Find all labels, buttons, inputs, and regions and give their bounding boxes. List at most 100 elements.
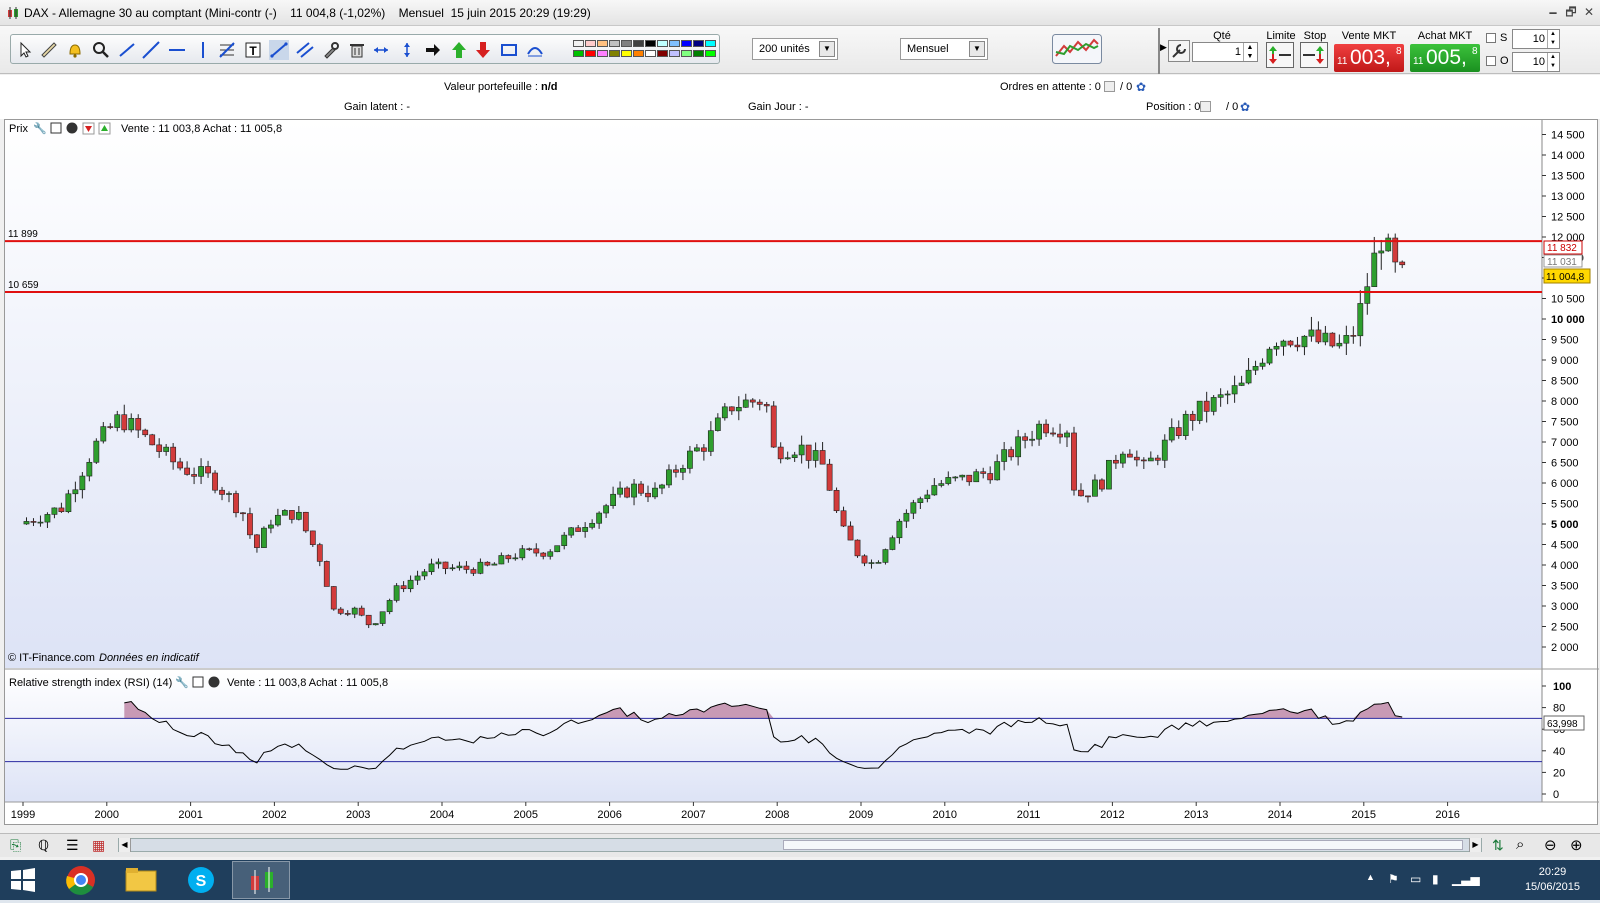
pending-settings-icon[interactable]: ✿	[1136, 80, 1146, 94]
panel-collapse-arrow-icon[interactable]: ▶	[1160, 42, 1167, 53]
position-clear-icon[interactable]	[1200, 101, 1211, 112]
chart-add-icon[interactable]: ⎘	[10, 837, 21, 854]
s-stepper-icon[interactable]: ▲ ▼	[1547, 30, 1558, 48]
palette-swatch[interactable]	[693, 50, 704, 57]
alert-bell-icon[interactable]	[65, 40, 85, 60]
palette-swatch[interactable]	[573, 50, 584, 57]
palette-swatch[interactable]	[609, 50, 620, 57]
stop-order-icon[interactable]	[1300, 42, 1328, 68]
skype-taskbar-icon[interactable]: S	[172, 861, 230, 899]
palette-swatch[interactable]	[597, 50, 608, 57]
palette-swatch[interactable]	[669, 40, 680, 47]
chrome-taskbar-icon[interactable]	[52, 861, 110, 899]
price-chart[interactable]: 14 50014 00013 50013 00012 50012 00011 5…	[5, 120, 1599, 826]
limit-order-icon[interactable]	[1266, 42, 1294, 68]
palette-swatch[interactable]	[657, 40, 668, 47]
tray-battery-icon[interactable]: ▮	[1432, 872, 1439, 886]
chart-refresh-icon[interactable]: ⇅	[1492, 837, 1504, 854]
tray-display-icon[interactable]: ▭	[1410, 872, 1421, 886]
arrow-down-red-icon[interactable]	[473, 40, 493, 60]
channel-tool-icon[interactable]	[269, 40, 289, 60]
vertical-line-icon[interactable]	[193, 40, 213, 60]
expand-vertical-icon[interactable]	[397, 40, 417, 60]
ray-tool-icon[interactable]	[141, 40, 161, 60]
tray-network-icon[interactable]: ▁▃▅	[1452, 872, 1480, 886]
palette-swatch[interactable]	[633, 50, 644, 57]
settings-wrench-icon[interactable]	[1168, 40, 1190, 62]
palette-swatch[interactable]	[645, 40, 656, 47]
horizontal-line-icon[interactable]	[167, 40, 187, 60]
chart-style-icon[interactable]	[1052, 34, 1102, 64]
chevron-down-icon[interactable]: ▼	[969, 41, 985, 57]
palette-swatch[interactable]	[633, 40, 644, 47]
panel-window-icon[interactable]	[50, 122, 62, 134]
palette-swatch[interactable]	[705, 50, 716, 57]
zoom-icon[interactable]	[91, 40, 111, 60]
palette-swatch[interactable]	[693, 40, 704, 47]
qty-input[interactable]: 1 ▲ ▼	[1192, 42, 1258, 62]
palette-swatch[interactable]	[597, 40, 608, 47]
palette-swatch[interactable]	[573, 40, 584, 47]
palette-swatch[interactable]	[621, 40, 632, 47]
zoom-out-icon[interactable]: ⊖	[1544, 836, 1557, 854]
list-icon[interactable]: ☰	[66, 837, 79, 854]
line-tool-icon[interactable]	[117, 40, 137, 60]
o-input[interactable]: 10 ▲ ▼	[1512, 52, 1560, 72]
palette-swatch[interactable]	[609, 40, 620, 47]
palette-swatch[interactable]	[669, 50, 680, 57]
rsi-settings-wrench-icon[interactable]: 🔧	[175, 675, 189, 689]
s-checkbox[interactable]	[1486, 33, 1496, 43]
close-icon[interactable]: ✕	[1578, 4, 1600, 20]
trash-icon[interactable]	[347, 40, 367, 60]
scroll-left-icon[interactable]: ◀	[119, 838, 131, 852]
tools-icon[interactable]	[321, 40, 341, 60]
arrow-right-icon[interactable]	[423, 40, 443, 60]
sell-market-button[interactable]: 11 003, 8	[1334, 44, 1404, 72]
text-tool-icon[interactable]: T	[243, 40, 263, 60]
parallel-lines-icon[interactable]	[295, 40, 315, 60]
buy-market-button[interactable]: 11 005, 8	[1410, 44, 1480, 72]
zoom-in-icon[interactable]: ⊕	[1570, 836, 1583, 854]
units-select[interactable]: 200 unités ▼	[752, 38, 838, 60]
tray-flag-icon[interactable]: ⚑	[1388, 872, 1399, 886]
pending-clear-icon[interactable]	[1104, 81, 1115, 92]
scrollbar-thumb[interactable]	[783, 840, 1463, 850]
palette-swatch[interactable]	[621, 50, 632, 57]
system-clock[interactable]: 20:29 15/06/2015	[1525, 865, 1580, 895]
palette-swatch[interactable]	[585, 40, 596, 47]
tray-expand-icon[interactable]: ▲	[1366, 872, 1375, 882]
o-stepper-icon[interactable]: ▲ ▼	[1547, 53, 1558, 71]
palette-swatch[interactable]	[645, 50, 656, 57]
palette-swatch[interactable]	[657, 50, 668, 57]
panel-close-icon[interactable]	[66, 122, 78, 134]
fibonacci-icon[interactable]	[217, 40, 237, 60]
o-checkbox[interactable]	[1486, 56, 1496, 66]
expand-horizontal-icon[interactable]	[371, 40, 391, 60]
trading-app-taskbar-icon[interactable]	[232, 861, 290, 899]
scroll-right-icon[interactable]: ▶	[1469, 838, 1481, 852]
panel-settings-wrench-icon[interactable]: 🔧	[33, 121, 47, 135]
palette-swatch[interactable]	[585, 50, 596, 57]
zoom-fit-icon[interactable]: ⌕	[1516, 836, 1524, 853]
palette-swatch[interactable]	[681, 50, 692, 57]
pointer-icon[interactable]	[15, 40, 35, 60]
arrow-up-green-icon[interactable]	[449, 40, 469, 60]
indicator-icon[interactable]: ℚ	[38, 837, 49, 854]
cycle-tool-icon[interactable]	[525, 40, 545, 60]
file-explorer-taskbar-icon[interactable]	[112, 861, 170, 899]
rsi-window-icon[interactable]	[192, 676, 204, 688]
qty-stepper-icon[interactable]: ▲ ▼	[1243, 43, 1256, 61]
template-icon[interactable]: ▦	[92, 837, 105, 854]
windows-start-icon[interactable]	[10, 868, 36, 892]
ruler-icon[interactable]	[39, 40, 59, 60]
position-settings-icon[interactable]: ✿	[1240, 100, 1250, 114]
s-input[interactable]: 10 ▲ ▼	[1512, 29, 1560, 49]
palette-swatch[interactable]	[681, 40, 692, 47]
color-palette[interactable]	[571, 38, 721, 62]
chart-area[interactable]: 14 50014 00013 50013 00012 50012 00011 5…	[4, 119, 1599, 826]
period-select[interactable]: Mensuel ▼	[900, 38, 988, 60]
rsi-close-icon[interactable]	[208, 676, 220, 688]
rectangle-tool-icon[interactable]	[499, 40, 519, 60]
chevron-down-icon[interactable]: ▼	[819, 41, 835, 57]
palette-swatch[interactable]	[705, 40, 716, 47]
